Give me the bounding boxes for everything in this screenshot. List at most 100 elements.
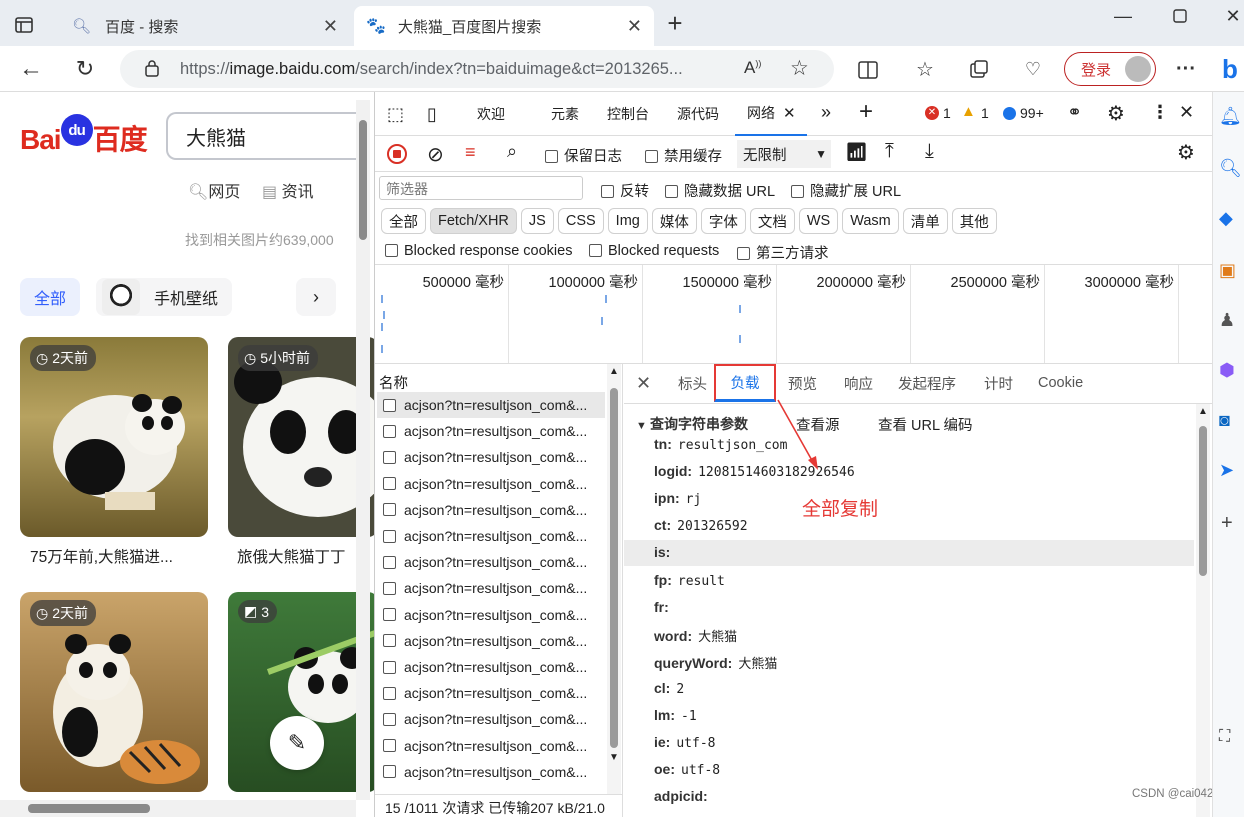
type-filter-chip[interactable]: 其他	[951, 208, 997, 234]
timeline-overview[interactable]: 500000 毫秒 1000000 毫秒 1500000 毫秒 2000000 毫秒 2…	[375, 264, 1213, 364]
row-checkbox[interactable]	[383, 739, 396, 753]
type-filter-chip[interactable]: 字体	[700, 208, 746, 234]
query-param-row[interactable]: queryWord: 大熊猫	[654, 653, 777, 672]
request-row[interactable]: acjson?tn=resultjson_com&...	[377, 523, 605, 549]
more-menu-icon[interactable]: ···	[1174, 56, 1198, 82]
image-card[interactable]: ◷ 2天前	[20, 592, 208, 792]
more-options-icon[interactable]: ⋮	[1151, 102, 1169, 123]
filter-input[interactable]: 筛选器	[379, 176, 583, 200]
request-row[interactable]: acjson?tn=resultjson_com&...	[377, 654, 605, 680]
filter-all[interactable]: 全部	[20, 278, 80, 316]
preserve-log-checkbox[interactable]: 保留日志	[545, 145, 622, 166]
login-button[interactable]: 登录	[1064, 52, 1156, 86]
view-url-encoded-link[interactable]: 查看 URL 编码	[878, 414, 973, 435]
list-scrollbar[interactable]: ▲ ▼	[607, 364, 621, 794]
image-card[interactable]: ◩ 3 ✎	[228, 592, 374, 792]
send-icon[interactable]: ➤	[1219, 460, 1234, 481]
close-icon[interactable]: ✕	[783, 104, 796, 122]
tab-initiator[interactable]: 发起程序	[898, 364, 956, 402]
card-caption[interactable]: 75万年前,大熊猫进...	[30, 545, 173, 567]
scrollbar-thumb[interactable]	[359, 120, 367, 240]
type-filter-chip[interactable]: Img	[607, 208, 648, 234]
warning-count[interactable]: 1	[981, 105, 989, 121]
back-icon[interactable]: ←	[18, 55, 44, 82]
type-filter-chip[interactable]: 媒体	[651, 208, 697, 234]
query-param-row[interactable]: logid: 12081514603182926546	[654, 463, 855, 480]
query-param-row[interactable]: fr:	[654, 599, 675, 616]
request-row[interactable]: acjson?tn=resultjson_com&...	[377, 497, 605, 523]
row-checkbox[interactable]	[383, 660, 396, 674]
error-count[interactable]: 1	[943, 105, 951, 121]
query-param-row[interactable]: word: 大熊猫	[654, 626, 737, 645]
list-header-name[interactable]: 名称	[379, 372, 408, 393]
url-field[interactable]: https://image.baidu.com/search/index?tn=…	[120, 50, 834, 88]
row-checkbox[interactable]	[383, 398, 396, 412]
favorite-star-icon[interactable]: ☆	[790, 56, 809, 81]
query-param-row[interactable]: ie: utf-8	[654, 734, 715, 751]
scrollbar-thumb[interactable]	[610, 388, 618, 748]
tab-welcome[interactable]: 欢迎	[477, 104, 505, 124]
type-filter-chip[interactable]: WS	[798, 208, 839, 234]
close-devtools-icon[interactable]: ✕	[1179, 102, 1194, 123]
query-param-row[interactable]: fp: result	[654, 572, 725, 589]
request-row[interactable]: acjson?tn=resultjson_com&...	[377, 471, 605, 497]
nav-web-link[interactable]: 🔍︎网页	[188, 178, 240, 202]
close-tab-icon[interactable]: ✕	[627, 16, 642, 37]
h-scrollbar-thumb[interactable]	[28, 804, 150, 813]
m365-icon[interactable]: ⬢	[1219, 360, 1235, 381]
hide-ext-url-checkbox[interactable]: 隐藏扩展 URL	[791, 180, 901, 201]
favorites-icon[interactable]: ☆	[912, 56, 938, 82]
type-filter-chip[interactable]: 清单	[902, 208, 948, 234]
browser-essentials-icon[interactable]: ♡	[1020, 56, 1046, 82]
detail-scrollbar[interactable]: ▲	[1196, 404, 1210, 817]
more-tabs-icon[interactable]: »	[821, 102, 831, 123]
search-icon[interactable]: 🔍︎	[1219, 158, 1242, 179]
type-filter-chip[interactable]: JS	[520, 208, 554, 234]
new-tab-icon[interactable]: +	[662, 8, 688, 38]
type-filter-chip[interactable]: 文档	[749, 208, 795, 234]
request-row[interactable]: acjson?tn=resultjson_com&...	[377, 759, 605, 785]
image-card[interactable]: ◷ 2天前	[20, 337, 208, 537]
h-scrollbar[interactable]	[0, 800, 356, 817]
connections-icon[interactable]: ⚭	[1067, 102, 1082, 123]
clear-icon[interactable]: ⊘	[427, 142, 444, 167]
scroll-up-icon[interactable]: ▲	[609, 366, 619, 377]
row-checkbox[interactable]	[383, 608, 396, 622]
network-conditions-icon[interactable]: 📶︎	[845, 142, 868, 163]
blocked-cookies-checkbox[interactable]: Blocked response cookies	[385, 242, 572, 259]
tab-timing[interactable]: 计时	[984, 364, 1013, 402]
screenshot-icon[interactable]: ⛶	[1219, 728, 1230, 746]
row-checkbox[interactable]	[383, 503, 396, 517]
scroll-down-icon[interactable]: ▼	[609, 752, 619, 763]
query-param-row[interactable]: lm: -1	[654, 707, 697, 724]
row-checkbox[interactable]	[383, 529, 396, 543]
type-filter-chip[interactable]: 全部	[381, 208, 426, 234]
outlook-icon[interactable]: ◙	[1219, 410, 1230, 431]
request-row[interactable]: acjson?tn=resultjson_com&...	[377, 549, 605, 575]
request-row[interactable]: acjson?tn=resultjson_com&...	[377, 392, 605, 418]
search-input[interactable]: 大熊猫	[166, 112, 366, 160]
request-row[interactable]: acjson?tn=resultjson_com&...	[377, 733, 605, 759]
row-checkbox[interactable]	[383, 424, 396, 438]
tab-console[interactable]: 控制台	[607, 104, 649, 124]
chevron-right-icon[interactable]: ›	[296, 278, 336, 316]
refresh-icon[interactable]: ↻	[72, 56, 98, 82]
invert-checkbox[interactable]: 反转	[601, 180, 649, 201]
close-detail-icon[interactable]: ✕	[636, 364, 651, 402]
close-window-icon[interactable]: ✕	[1222, 4, 1244, 28]
hide-data-url-checkbox[interactable]: 隐藏数据 URL	[665, 180, 775, 201]
nav-info-link[interactable]: ▤ 资讯	[262, 178, 314, 202]
type-filter-chip[interactable]: Wasm	[842, 208, 899, 234]
baidu-logo[interactable]: Bai du 百度	[20, 114, 148, 158]
query-param-row[interactable]: cl: 2	[654, 680, 684, 697]
add-icon[interactable]: +	[1221, 512, 1233, 535]
filter-funnel-icon[interactable]: ≡	[465, 142, 476, 163]
query-param-row[interactable]: ct: 201326592	[654, 517, 748, 534]
query-param-row[interactable]: ipn: rj	[654, 490, 701, 507]
scrollbar-thumb[interactable]	[1199, 426, 1207, 576]
blocked-requests-checkbox[interactable]: Blocked requests	[589, 242, 719, 259]
request-row[interactable]: acjson?tn=resultjson_com&...	[377, 602, 605, 628]
query-param-row[interactable]: is:	[654, 544, 676, 561]
row-checkbox[interactable]	[383, 450, 396, 464]
row-checkbox[interactable]	[383, 555, 396, 569]
